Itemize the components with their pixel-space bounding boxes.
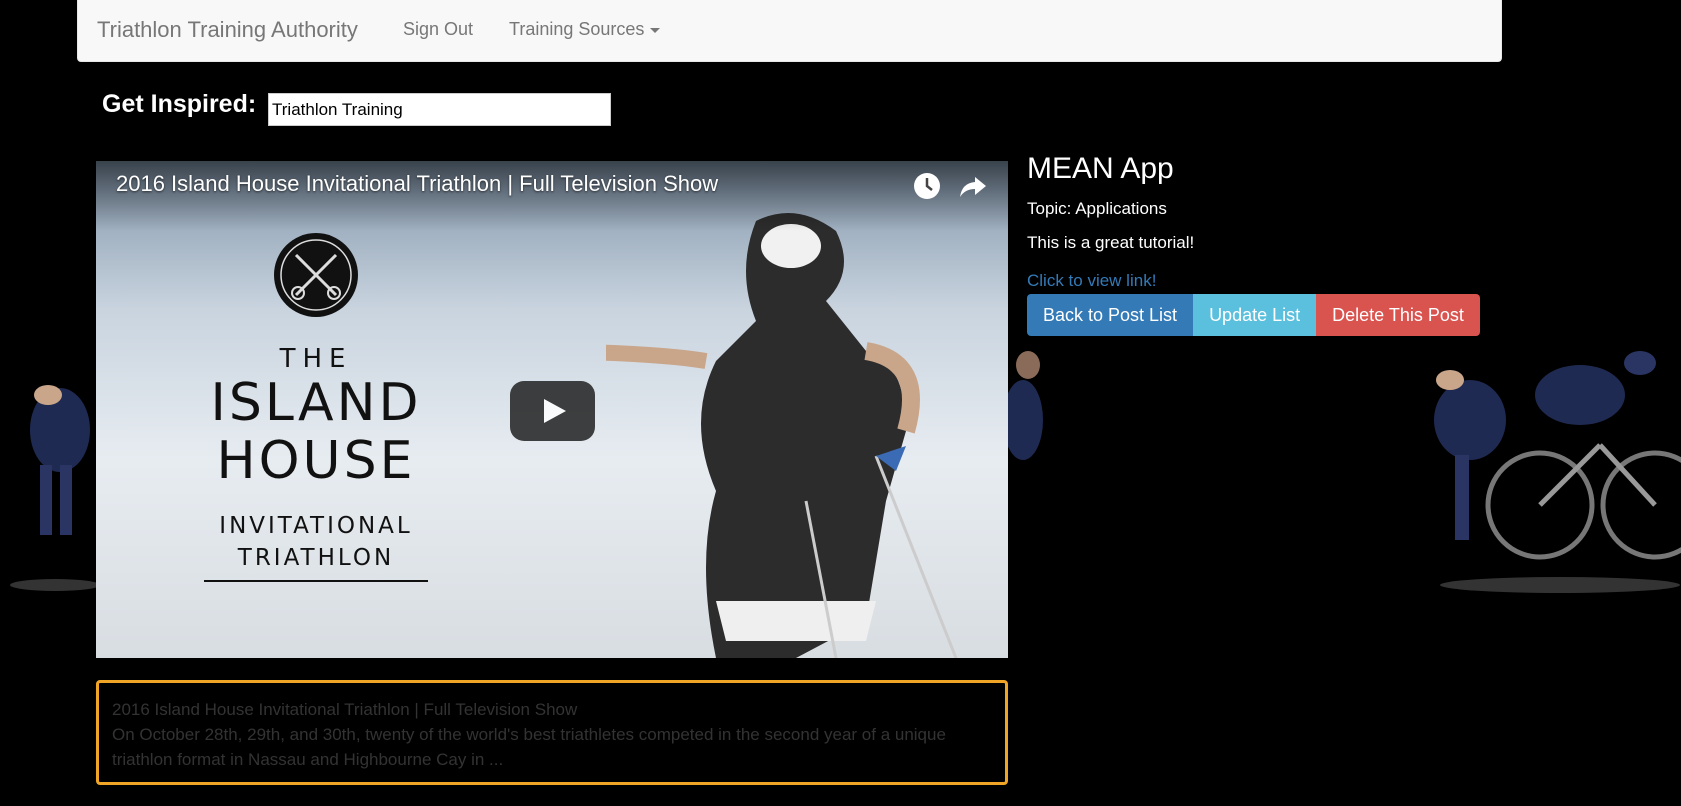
play-button[interactable]: [510, 381, 595, 441]
logo-text-house: HOUSE: [216, 431, 416, 491]
search-input[interactable]: [268, 93, 611, 126]
post-description: This is a great tutorial!: [1027, 233, 1195, 252]
training-sources-dropdown[interactable]: Training Sources: [509, 19, 661, 40]
background-athletes-left: [0, 335, 96, 600]
logo-underline: [204, 580, 428, 582]
watch-later-clock-icon[interactable]: [912, 171, 942, 201]
video-athlete-image: [606, 213, 958, 658]
back-to-post-list-button[interactable]: Back to Post List: [1027, 294, 1194, 336]
get-inspired-label: Get Inspired:: [102, 90, 257, 118]
video-player[interactable]: 2016 Island House Invitational Triathlon…: [96, 161, 1008, 658]
post-action-buttons: Back to Post List Update List Delete Thi…: [1027, 294, 1480, 336]
update-list-button[interactable]: Update List: [1193, 294, 1317, 336]
view-link[interactable]: Click to view link!: [1027, 271, 1156, 291]
video-description-title: 2016 Island House Invitational Triathlon…: [112, 700, 578, 719]
share-arrow-icon[interactable]: [958, 171, 988, 201]
caret-down-icon: [650, 27, 661, 33]
island-house-seal-icon: [274, 233, 358, 317]
training-sources-label: Training Sources: [509, 19, 645, 39]
video-description-box[interactable]: 2016 Island House Invitational Triathlon…: [96, 680, 1008, 785]
brand-link[interactable]: Triathlon Training Authority: [97, 17, 358, 43]
logo-text-invitational: INVITATIONAL: [219, 513, 413, 539]
logo-text-island: ISLAND: [210, 373, 422, 433]
background-athletes-middle: [1008, 345, 1078, 475]
post-topic: Topic: Applications: [1027, 199, 1167, 218]
sign-out-link[interactable]: Sign Out: [403, 19, 473, 40]
logo-text-the: THE: [279, 344, 353, 374]
video-description-text: On October 28th, 29th, and 30th, twenty …: [112, 725, 946, 769]
island-house-logo: THE ISLAND HOUSE INVITATIONAL TRIATHLON: [196, 231, 436, 582]
navbar: Triathlon Training Authority Sign Out Tr…: [77, 0, 1502, 62]
post-title: MEAN App: [1027, 152, 1174, 185]
logo-text-triathlon: TRIATHLON: [237, 545, 395, 571]
background-athletes-right: [1410, 335, 1681, 600]
video-title[interactable]: 2016 Island House Invitational Triathlon…: [116, 171, 718, 197]
delete-post-button[interactable]: Delete This Post: [1316, 294, 1480, 336]
